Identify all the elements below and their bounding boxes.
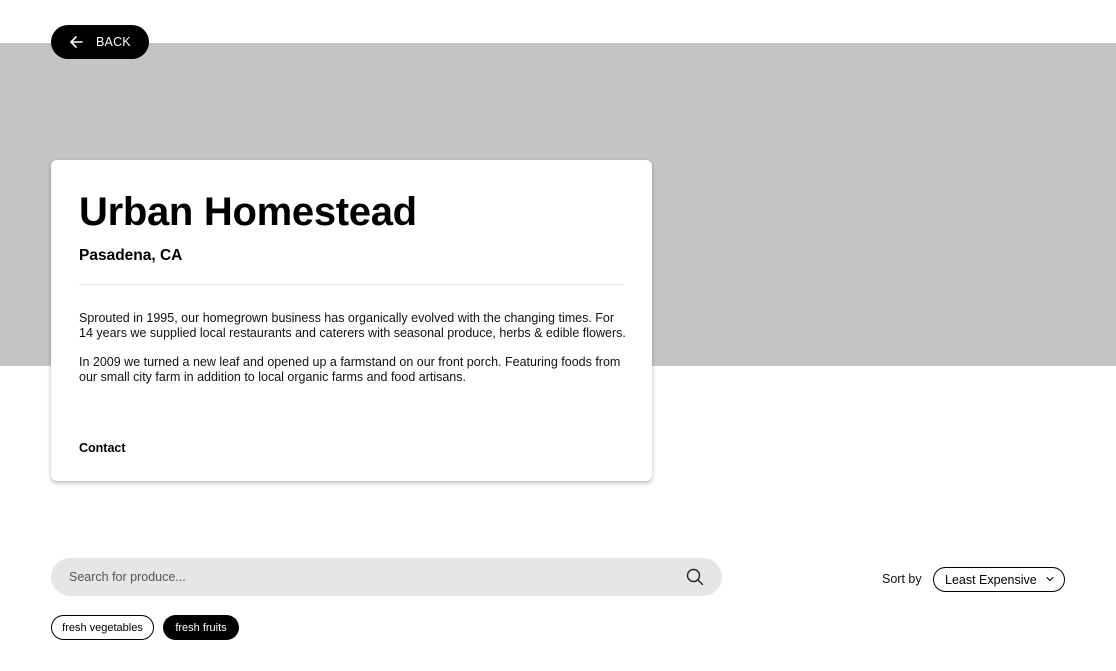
sort-selected-value: Least Expensive xyxy=(945,572,1037,587)
back-button-label: BACK xyxy=(96,35,131,49)
contact-link[interactable]: Contact xyxy=(79,441,126,455)
search-input[interactable] xyxy=(69,570,685,584)
description-paragraph: In 2009 we turned a new leaf and opened … xyxy=(79,355,621,384)
arrow-left-icon xyxy=(68,34,84,50)
description-paragraph: Sprouted in 1995, our homegrown business… xyxy=(79,311,626,340)
filter-chip-fresh-fruits[interactable]: fresh fruits xyxy=(163,615,239,640)
chevron-down-icon xyxy=(1045,573,1055,587)
profile-card: Urban Homestead Pasadena, CA Sprouted in… xyxy=(51,160,652,481)
sort-dropdown[interactable]: Least Expensive xyxy=(933,567,1065,592)
location-label: Pasadena, CA xyxy=(79,247,183,264)
back-button[interactable]: BACK xyxy=(51,25,149,59)
page-title: Urban Homestead xyxy=(79,190,417,234)
search-bar xyxy=(51,558,722,596)
filter-chip-fresh-vegetables[interactable]: fresh vegetables xyxy=(51,615,154,640)
search-icon[interactable] xyxy=(685,567,705,587)
divider xyxy=(79,284,624,285)
page: BACK Urban Homestead Pasadena, CA Sprout… xyxy=(0,0,1116,671)
sort-label: Sort by xyxy=(882,572,922,586)
